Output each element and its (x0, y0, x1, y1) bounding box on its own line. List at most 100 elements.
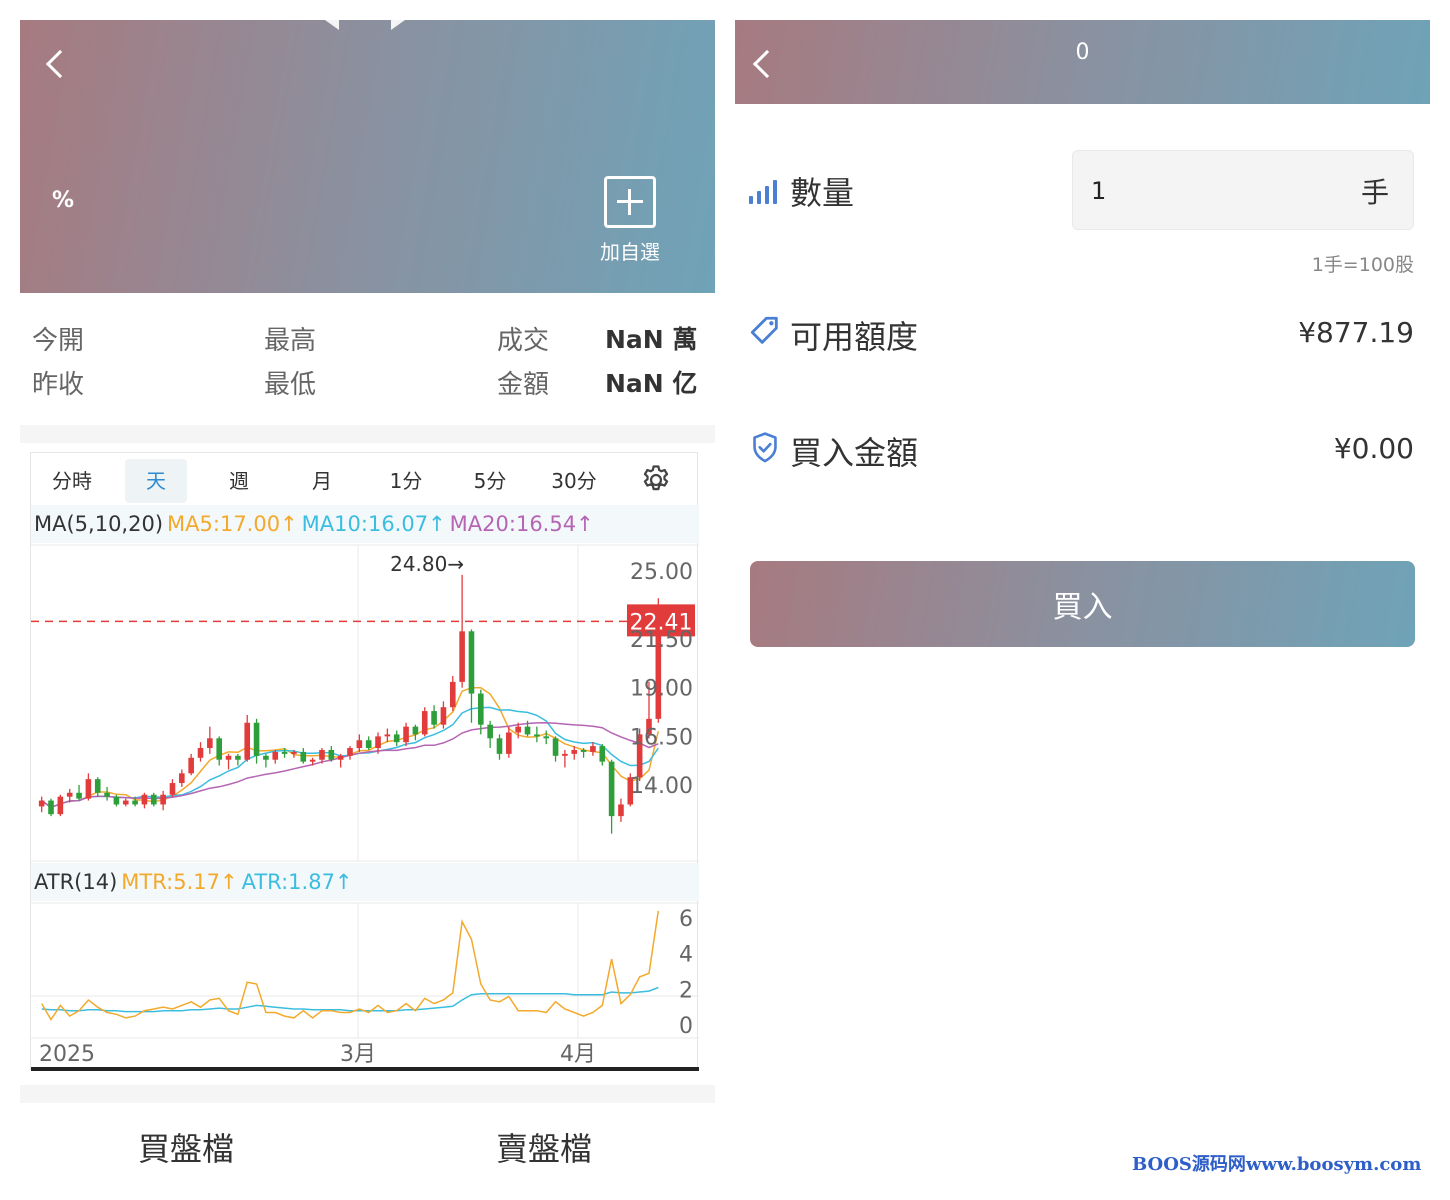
high-price-marker: 24.80→ (390, 552, 464, 576)
candle-body (113, 796, 120, 805)
candle-body (66, 792, 73, 797)
candle-body (48, 800, 54, 815)
candle-body (272, 751, 279, 760)
candle-body (431, 711, 437, 725)
x-axis-label: 2025 (39, 1042, 95, 1067)
stock-header: % 加自選 (20, 20, 715, 293)
available-label: 可用額度 (790, 318, 919, 356)
candle-body (347, 748, 353, 756)
price-axis-label: 19.00 (630, 677, 693, 702)
candle-body (281, 751, 288, 754)
tag-icon (750, 316, 778, 344)
add-watchlist-label: 加自選 (600, 240, 660, 264)
high-label: 最高 (264, 326, 317, 356)
buy-button[interactable]: 買入 (750, 561, 1415, 647)
candle-body (403, 726, 409, 743)
plus-square-icon (604, 176, 656, 228)
amount-value: NaN 亿 (605, 369, 698, 398)
atr-axis-label: 4 (679, 943, 693, 968)
section-divider (20, 425, 715, 443)
candle-body (496, 738, 503, 754)
volume-label: 成交 (497, 326, 550, 356)
section-divider-bottom (20, 1085, 715, 1103)
candle-body (319, 749, 325, 760)
candle-body (580, 749, 587, 752)
candle-body (618, 804, 624, 817)
lot-size-note: 1手=100股 (1311, 254, 1414, 276)
available-value: ¥877.19 (1298, 316, 1414, 349)
candle-body (421, 711, 428, 735)
candle-body (216, 738, 222, 760)
candle-body (309, 759, 316, 762)
candle-body (132, 800, 138, 805)
shield-check-icon (753, 432, 777, 463)
orderbook-tabs: 買盤檔 賣盤檔 (20, 1104, 715, 1194)
candle-body (169, 783, 176, 795)
order-header: 0 (735, 20, 1430, 104)
candle-body (384, 734, 391, 737)
order-title: 0 (1075, 40, 1090, 65)
quote-stats: 今開 最高 成交 NaN 萬 昨收 最低 金額 NaN 亿 (20, 300, 715, 420)
candle-body (94, 779, 101, 793)
mtr-line (41, 910, 660, 1022)
candle-body (534, 734, 540, 737)
amount-label: 金額 (497, 370, 550, 400)
atr-line (41, 986, 659, 1013)
candle-body (440, 707, 447, 725)
quantity-field[interactable]: 手 (1072, 150, 1414, 230)
signal-bars-icon (749, 180, 783, 204)
price-axis-label: 21.50 (630, 628, 693, 653)
tab-sell-book[interactable]: 賣盤檔 (496, 1124, 592, 1170)
quantity-unit: 手 (1360, 176, 1389, 209)
atr-axis-label: 6 (679, 907, 693, 932)
change-percent: % (52, 188, 75, 213)
kline-chart-panel: 分時 天 週 月 1分 5分 30分 MA(5,10,20) MA5:17.00↑… (30, 452, 699, 1071)
candle-body (552, 738, 559, 756)
quantity-input[interactable] (1091, 171, 1291, 211)
candle-body (515, 726, 521, 733)
candle-body (122, 800, 129, 805)
candle-body (179, 773, 185, 784)
candle-body (263, 755, 269, 760)
price-axis-label: 14.00 (630, 774, 693, 799)
tab-buy-book[interactable]: 買盤檔 (138, 1124, 234, 1170)
candle-body (85, 779, 92, 799)
quantity-label: 數量 (790, 174, 855, 212)
x-axis-label: 3月 (340, 1042, 376, 1067)
candle-body (562, 753, 568, 756)
candle-body (459, 631, 465, 682)
candle-body (365, 740, 372, 749)
candle-body (393, 734, 400, 743)
chart-bottom-bar (31, 1067, 699, 1071)
candle-body (253, 722, 260, 756)
atr-axis-label: 2 (679, 978, 693, 1003)
candle-body (160, 794, 166, 805)
candle-body (571, 749, 578, 754)
volume-value: NaN 萬 (605, 325, 698, 354)
candle-body (235, 755, 241, 760)
candle-body (543, 736, 550, 739)
atr-axis-label: 0 (679, 1014, 693, 1039)
candle-body (506, 732, 512, 754)
candle-body (76, 792, 82, 799)
price-axis-label: 16.50 (630, 725, 693, 750)
next-arrow-icon[interactable] (391, 20, 405, 30)
candle-body (468, 631, 475, 694)
candle-body (188, 757, 194, 774)
buy-amount-value: ¥0.00 (1333, 432, 1414, 465)
header-arrows (325, 20, 405, 32)
candle-body (487, 724, 493, 739)
candle-body (599, 746, 606, 762)
add-watchlist-button[interactable]: 加自選 (590, 176, 670, 266)
candle-body (291, 751, 297, 754)
prev-close-label: 昨收 (32, 370, 85, 400)
back-arrow-icon[interactable] (45, 49, 75, 79)
candle-body (478, 693, 484, 725)
candle-body (225, 755, 232, 760)
open-label: 今開 (32, 326, 85, 356)
prev-arrow-icon[interactable] (325, 20, 339, 30)
candle-body (412, 726, 419, 735)
candle-body (300, 751, 307, 762)
chart-canvas: 22.4125.0021.5019.0016.5014.0024.80→11.5… (31, 544, 699, 1071)
candle-body (590, 746, 596, 752)
